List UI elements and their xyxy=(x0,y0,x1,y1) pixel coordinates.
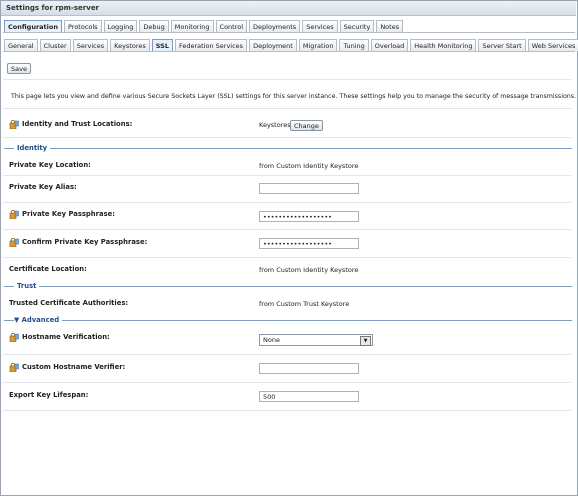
private-key-passphrase-label: Private Key Passphrase: xyxy=(22,210,115,218)
row-divider xyxy=(3,382,571,383)
subtab-health-monitoring[interactable]: Health Monitoring xyxy=(410,39,477,51)
identity-section-title: Identity xyxy=(14,144,51,152)
hostname-verification-select[interactable]: None ▼ xyxy=(259,334,373,346)
confirm-passphrase-label: Confirm Private Key Passphrase: xyxy=(22,238,148,246)
subtab-services[interactable]: Services xyxy=(72,39,109,51)
subtab-cluster[interactable]: Cluster xyxy=(39,39,71,51)
identity-section-header: Identity xyxy=(4,144,572,152)
row-divider xyxy=(3,229,571,230)
row-divider xyxy=(3,202,571,203)
lock-icon xyxy=(9,120,19,129)
tab-notes[interactable]: Notes xyxy=(376,20,404,32)
private-key-passphrase-input[interactable]: •••••••••••••••••• xyxy=(259,211,359,222)
export-key-lifespan-input[interactable]: 500 xyxy=(259,391,359,402)
panel-title: Settings for rpm-server xyxy=(6,4,100,12)
trust-section-title: Trust xyxy=(14,282,40,290)
chevron-down-icon: ▼ xyxy=(14,316,20,324)
row-divider xyxy=(3,175,571,176)
subtab-migration[interactable]: Migration xyxy=(298,39,338,51)
advanced-toggle[interactable]: ▼ Advanced xyxy=(14,316,63,324)
subtab-ssl[interactable]: SSL xyxy=(151,39,173,51)
subtab-web-services[interactable]: Web Services xyxy=(527,39,578,51)
custom-hostname-verifier-input[interactable] xyxy=(259,363,359,374)
row-divider xyxy=(3,108,571,109)
subtab-federation-services[interactable]: Federation Services xyxy=(174,39,248,51)
section-rule xyxy=(4,148,572,149)
change-button[interactable]: Change xyxy=(290,120,323,131)
main-tab-divider xyxy=(3,32,575,33)
confirm-passphrase-input[interactable]: •••••••••••••••••• xyxy=(259,238,359,249)
page-description: This page lets you view and define vario… xyxy=(11,93,577,100)
lock-icon xyxy=(9,210,19,219)
row-divider xyxy=(3,354,571,355)
subtab-keystores[interactable]: Keystores xyxy=(110,39,150,51)
subtab-overload[interactable]: Overload xyxy=(370,39,409,51)
panel-title-bar: Settings for rpm-server xyxy=(1,1,576,16)
tab-services[interactable]: Services xyxy=(302,20,338,32)
trusted-ca-value: from Custom Trust Keystore xyxy=(259,300,350,308)
private-key-location-value: from Custom Identity Keystore xyxy=(259,162,359,170)
private-key-location-label: Private Key Location: xyxy=(9,161,91,169)
section-rule xyxy=(4,320,572,321)
tab-configuration[interactable]: Configuration xyxy=(4,20,62,32)
hostname-verification-value: None xyxy=(263,336,280,344)
lock-icon xyxy=(9,238,19,247)
trust-section-header: Trust xyxy=(4,282,572,290)
tab-deployments[interactable]: Deployments xyxy=(249,20,301,32)
row-divider xyxy=(3,137,571,138)
row-divider xyxy=(3,257,571,258)
lock-icon xyxy=(9,363,19,372)
dropdown-arrow-icon[interactable]: ▼ xyxy=(360,336,371,346)
subtab-general[interactable]: General xyxy=(4,39,38,51)
hostname-verification-label: Hostname Verification: xyxy=(22,333,110,341)
advanced-section-title: Advanced xyxy=(21,316,60,324)
lock-icon xyxy=(9,333,19,342)
tab-monitoring[interactable]: Monitoring xyxy=(170,20,214,32)
trusted-ca-label: Trusted Certificate Authorities: xyxy=(9,299,129,307)
tab-control[interactable]: Control xyxy=(215,20,248,32)
certificate-location-value: from Custom Identity Keystore xyxy=(259,266,359,274)
tab-protocols[interactable]: Protocols xyxy=(63,20,102,32)
subtab-tuning[interactable]: Tuning xyxy=(339,39,369,51)
advanced-section-header[interactable]: ▼ Advanced xyxy=(4,316,572,324)
subtab-deployment[interactable]: Deployment xyxy=(249,39,297,51)
tab-debug[interactable]: Debug xyxy=(139,20,169,32)
identity-trust-label: Identity and Trust Locations: xyxy=(22,120,133,128)
tab-security[interactable]: Security xyxy=(339,20,375,32)
certificate-location-label: Certificate Location: xyxy=(9,265,87,273)
export-key-lifespan-label: Export Key Lifespan: xyxy=(9,391,89,399)
private-key-alias-input[interactable] xyxy=(259,183,359,194)
row-divider xyxy=(3,410,571,411)
tab-logging[interactable]: Logging xyxy=(103,20,138,32)
toolbar-divider xyxy=(3,79,571,80)
subtab-server-start[interactable]: Server Start xyxy=(478,39,526,51)
identity-trust-value: Keystores xyxy=(259,121,291,129)
custom-hostname-verifier-label: Custom Hostname Verifier: xyxy=(22,363,126,371)
section-rule xyxy=(4,286,572,287)
private-key-alias-label: Private Key Alias: xyxy=(9,183,77,191)
save-button[interactable]: Save xyxy=(7,63,31,74)
sub-tab-divider xyxy=(3,51,575,52)
